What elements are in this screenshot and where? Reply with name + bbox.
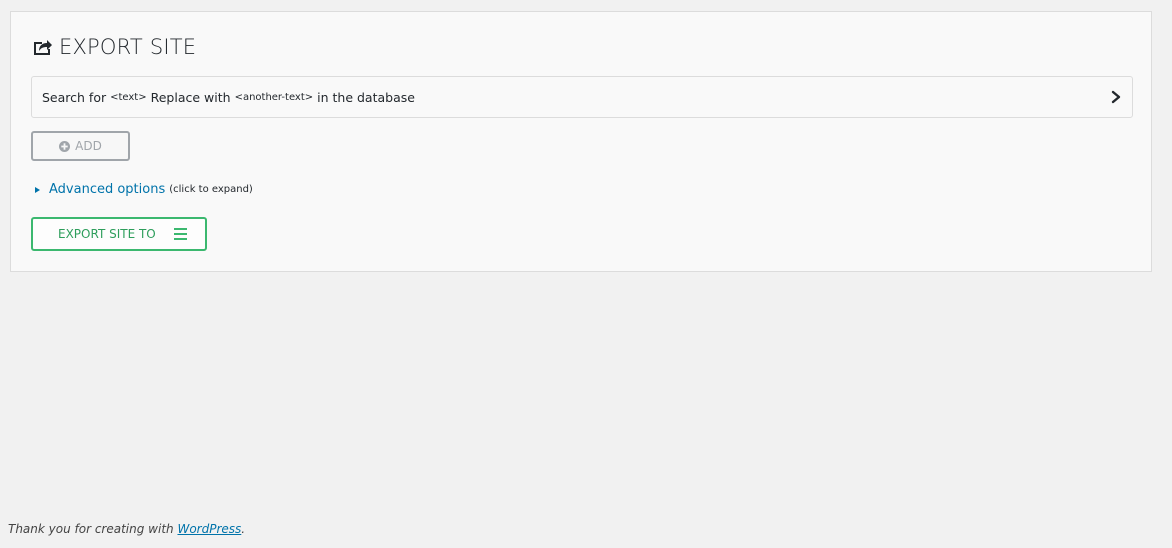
add-button-label: ADD	[75, 139, 102, 153]
advanced-options-link[interactable]: Advanced options	[49, 182, 165, 197]
footer: Thank you for creating with WordPress.	[8, 522, 245, 536]
advanced-options[interactable]: Advanced options (click to expand)	[35, 182, 253, 197]
export-panel: EXPORT SITE Search for <text> Replace wi…	[10, 11, 1152, 272]
export-site-to-button[interactable]: EXPORT SITE TO	[31, 217, 207, 251]
footer-text: Thank you for creating with	[8, 522, 174, 536]
plus-circle-icon	[59, 140, 71, 152]
text-token: <text>	[110, 91, 147, 103]
replace-with-label: Replace with	[150, 89, 231, 105]
wordpress-link[interactable]: WordPress	[177, 522, 241, 536]
search-for-label: Search for	[42, 89, 107, 105]
share-icon	[31, 36, 53, 58]
menu-icon	[173, 228, 187, 240]
chevron-right-icon[interactable]	[1110, 90, 1122, 104]
in-database-label: in the database	[317, 89, 415, 105]
triangle-right-icon	[35, 186, 40, 193]
panel-title: EXPORT SITE	[31, 33, 196, 61]
page-title: EXPORT SITE	[59, 35, 197, 59]
advanced-options-hint: (click to expand)	[169, 184, 253, 195]
footer-punct: .	[241, 522, 246, 536]
add-button[interactable]: ADD	[31, 131, 130, 161]
search-replace-row[interactable]: Search for <text> Replace with <another-…	[31, 76, 1133, 118]
another-text-token: <another-text>	[234, 91, 314, 103]
export-button-label: EXPORT SITE TO	[58, 227, 156, 241]
